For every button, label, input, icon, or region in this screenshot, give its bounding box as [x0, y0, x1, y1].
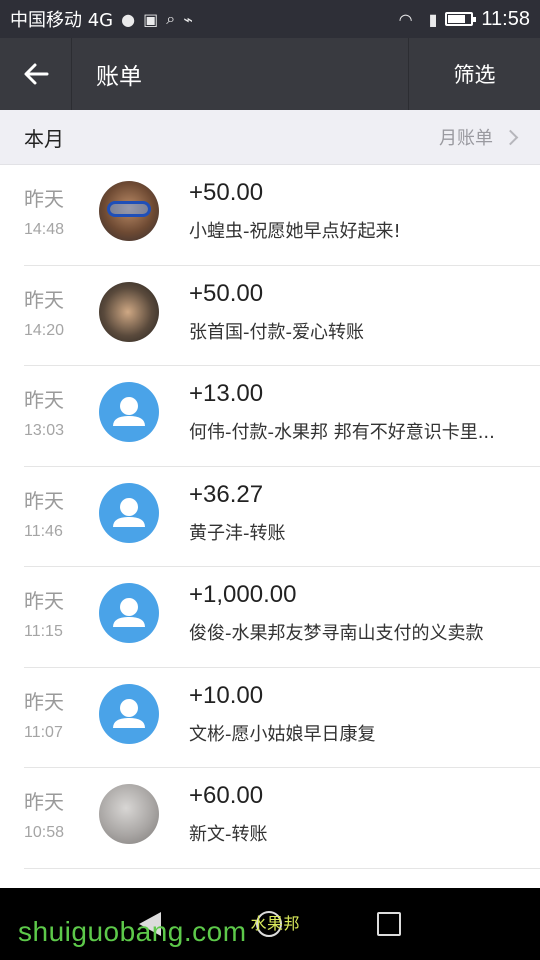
back-arrow-icon [24, 63, 48, 85]
transaction-row[interactable]: 昨天 14:20 +50.00 张首国-付款-爱心转账 [24, 266, 540, 366]
monthly-bill-link[interactable]: 月账单 [439, 124, 519, 150]
transaction-amount: +60.00 [189, 782, 264, 809]
nav-recents-icon[interactable] [377, 912, 401, 936]
default-avatar-icon [99, 583, 159, 643]
transaction-row[interactable]: 昨天 10:58 +60.00 新文-转账 [24, 768, 540, 869]
chevron-right-icon [502, 129, 519, 145]
transaction-day: 昨天 [24, 689, 64, 714]
transaction-amount: +50.00 [189, 179, 264, 206]
transaction-row[interactable]: 昨天 11:07 +10.00 文彬-愿小姑娘早日康复 [24, 668, 540, 768]
transaction-time: 14:48 [24, 221, 65, 238]
transaction-day: 昨天 [24, 790, 64, 814]
transaction-time: 13:03 [24, 422, 65, 439]
monthly-bill-label: 月账单 [439, 128, 493, 149]
section-header: 本月 月账单 [0, 110, 540, 165]
transaction-amount: +50.00 [189, 279, 264, 307]
watermark: shuiguobang.com 水果邦 [18, 910, 300, 948]
transaction-time: 14:20 [24, 321, 65, 339]
watermark-text: shuiguobang.com [18, 916, 247, 947]
transaction-day: 昨天 [24, 488, 64, 513]
transaction-day: 昨天 [24, 388, 64, 412]
transaction-day: 昨天 [24, 187, 64, 211]
default-avatar-icon [99, 382, 159, 442]
avatar [99, 281, 159, 342]
signal-broadcast-icon: ⌁ [183, 9, 193, 29]
avatar [99, 784, 159, 844]
transaction-row[interactable]: 昨天 11:15 +1,000.00 俊俊-水果邦友梦寻南山支付的义卖款 [24, 567, 540, 668]
transaction-row[interactable]: 昨天 14:48 +50.00 小蝗虫-祝愿她早点好起来! [24, 165, 540, 266]
transaction-description: 何伟-付款-水果邦 邦有不好意识卡里... [189, 422, 495, 443]
default-avatar-icon [99, 683, 159, 744]
system-nav-bar: shuiguobang.com 水果邦 [0, 888, 540, 960]
title-bar: 账单 筛选 [0, 38, 540, 110]
transaction-list: 昨天 14:48 +50.00 小蝗虫-祝愿她早点好起来! 昨天 14:20 +… [0, 165, 540, 869]
page-title: 账单 [96, 64, 142, 90]
transaction-description: 黄子沣-转账 [189, 522, 286, 544]
wifi-icon: ◠ [398, 9, 413, 29]
transaction-amount: +36.27 [189, 480, 264, 508]
transaction-amount: +13.00 [189, 380, 264, 407]
transaction-description: 俊俊-水果邦友梦寻南山支付的义卖款 [189, 623, 484, 644]
transaction-description: 新文-转账 [189, 824, 268, 845]
search-icon: ⌕ [166, 9, 176, 28]
default-avatar-icon [99, 482, 159, 543]
wechat-icon: ● [121, 9, 136, 29]
image-icon: ▣ [143, 9, 159, 29]
transaction-amount: +1,000.00 [189, 581, 297, 608]
watermark-cn: 水果邦 [250, 916, 301, 933]
transaction-description: 小蝗虫-祝愿她早点好起来! [189, 221, 401, 242]
transaction-time: 11:15 [24, 623, 63, 640]
transaction-row[interactable]: 昨天 13:03 +13.00 何伟-付款-水果邦 邦有不好意识卡里... [24, 366, 540, 467]
cell-signal-icon: ▮ [428, 9, 438, 29]
transaction-time: 11:07 [24, 723, 63, 741]
transaction-description: 文彬-愿小姑娘早日康复 [189, 723, 376, 745]
carrier-label: 中国移动 4G [10, 10, 114, 31]
transaction-day: 昨天 [24, 287, 64, 312]
transaction-time: 11:46 [24, 522, 63, 540]
transaction-time: 10:58 [24, 824, 65, 841]
transaction-amount: +10.00 [189, 681, 264, 709]
clock: 11:58 [481, 7, 530, 30]
battery-icon [445, 12, 477, 26]
section-title: 本月 [24, 126, 64, 151]
transaction-description: 张首国-付款-爱心转账 [189, 321, 364, 343]
transaction-row[interactable]: 昨天 11:46 +36.27 黄子沣-转账 [24, 467, 540, 567]
transaction-day: 昨天 [24, 589, 64, 613]
status-bar: 中国移动 4G ● ▣ ⌕ ⌁ ◠ ▮ 11:58 [0, 0, 540, 38]
filter-button[interactable]: 筛选 [408, 38, 540, 110]
back-button[interactable] [0, 38, 72, 110]
avatar [99, 181, 159, 241]
